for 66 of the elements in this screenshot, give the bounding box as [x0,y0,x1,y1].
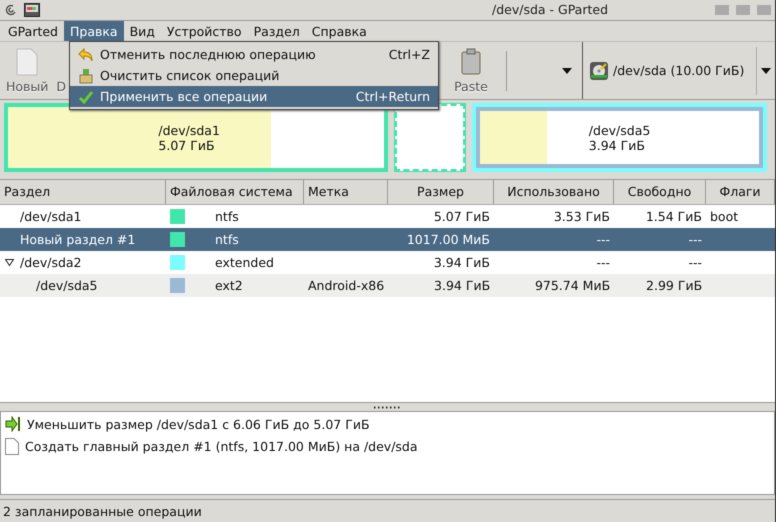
device-selector[interactable]: /dev/sda (10.00 ГиБ) [583,42,775,100]
dropdown-arrow-icon[interactable] [562,68,572,74]
status-text: 2 запланированные операции [3,504,202,519]
menu-item[interactable]: Правка [64,20,124,42]
partition-name: /dev/sda5 [588,123,650,138]
menu-item[interactable]: Очистить список операций [70,65,438,86]
menu-item[interactable]: GParted [2,20,64,42]
column-header[interactable]: Флаги [706,180,775,204]
menu-item[interactable]: Отменить последнюю операцию Ctrl+Z [70,44,438,65]
partition-name: /dev/sda1 [158,123,220,138]
operation-text: Уменьшить размер /dev/sda1 с 6.06 ГиБ до 5.07 ГиБ [27,416,370,432]
arrow-right-icon [5,416,21,432]
table-cell: 1.54 ГиБ [646,208,702,224]
toolbar-button[interactable]: Новый [2,48,52,94]
undo-arrow-icon [78,46,94,62]
table-cell: --- [596,254,610,270]
blank-page-icon [16,48,38,76]
table-cell: 1017.00 МиБ [406,232,490,247]
menu-item[interactable]: Раздел [248,20,306,42]
table-cell: 3.94 ГиБ [434,278,490,293]
table-row[interactable]: /dev/sda5 ext2 Android-x86 3.94 ГиБ 975.74 МиБ 2.99 ГиБ [0,274,775,297]
app-icon [24,2,40,17]
toolbar-button[interactable]: D [52,48,70,94]
table-row[interactable]: Новый раздел #1 ntfs 1017.00 МиБ --- --- [0,228,775,251]
document-icon [5,438,19,456]
partition-size: 3.94 ГиБ [588,138,646,154]
menu-item[interactable]: Справка [306,20,373,42]
dropdown-arrow-icon [761,68,771,74]
clipboard-icon [460,48,482,76]
column-header[interactable]: Файловая система [166,180,304,204]
table-cell: ntfs [215,208,239,224]
toolbar-button[interactable]: Paste [450,48,492,94]
table-cell: Android-x86 [308,278,384,293]
window-title: /dev/sda - GParted [492,2,608,18]
table-cell: --- [688,254,702,270]
column-header[interactable]: Метка [304,180,388,204]
partition-size: 5.07 ГиБ [158,138,216,154]
menu-item[interactable]: Применить все операции Ctrl+Return [70,86,438,107]
partition-block[interactable]: /dev/sda1 5.07 ГиБ [4,103,388,172]
checkmark-icon [78,88,94,104]
menu-item[interactable]: Вид [124,20,161,42]
table-cell: /dev/sda1 [20,208,82,224]
expander-icon[interactable] [5,258,14,266]
table-cell: boot [710,208,738,224]
table-cell: 3.53 ГиБ [554,208,610,224]
table-cell: ntfs [215,232,239,247]
table-cell: --- [596,232,610,247]
table-cell: 5.07 ГиБ [434,208,490,224]
column-header[interactable]: Раздел [0,180,166,204]
column-header[interactable]: Свободно [614,180,706,204]
table-cell: ext2 [215,278,243,293]
table-cell: Новый раздел #1 [20,232,136,247]
table-cell: extended [215,254,274,270]
menu-item[interactable]: Устройство [160,20,248,42]
table-cell: 2.99 ГиБ [646,278,702,293]
operation-text: Создать главный раздел #1 (ntfs, 1017.00 МиБ) на /dev/sda [25,439,418,454]
pane-grip-icon[interactable] [372,406,402,409]
table-cell: /dev/sda2 [20,254,82,270]
column-header[interactable]: Размер [388,180,494,204]
table-cell: /dev/sda5 [36,278,98,293]
column-header[interactable]: Использовано [494,180,614,204]
new-partition-block[interactable] [394,103,466,172]
table-cell: 975.74 МиБ [534,278,610,293]
swirl-logo-icon [4,2,18,17]
table-cell: 3.94 ГиБ [434,254,490,270]
table-cell: --- [688,232,702,247]
